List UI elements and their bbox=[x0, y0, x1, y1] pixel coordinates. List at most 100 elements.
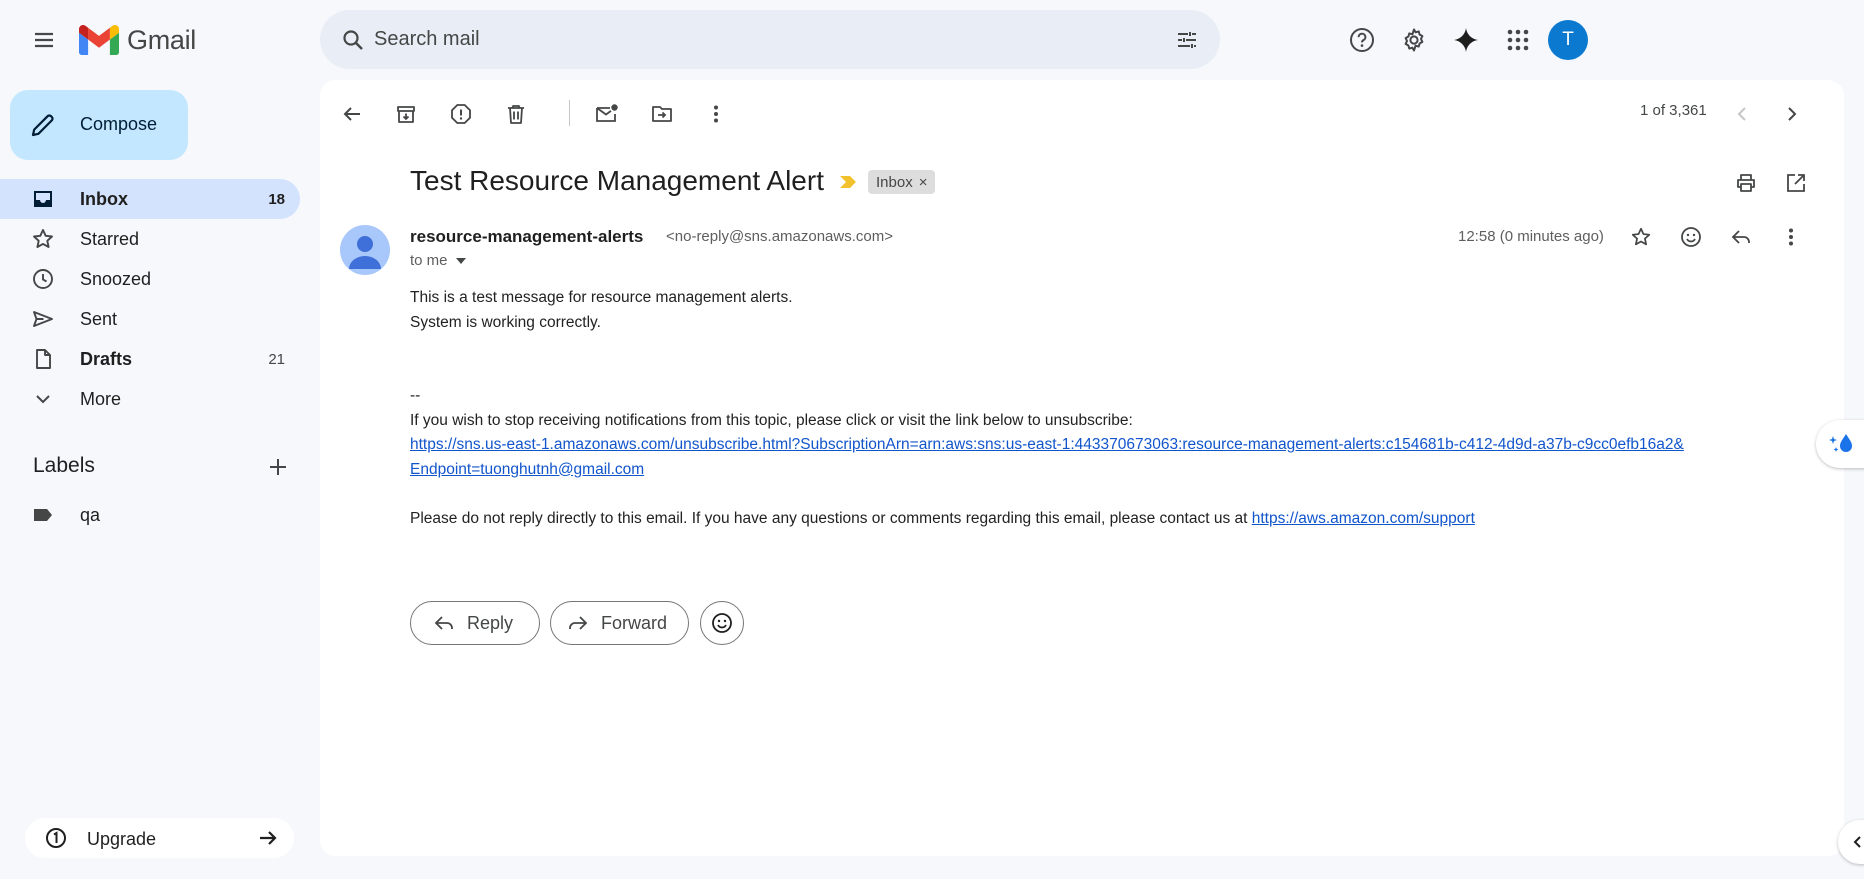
menu-icon bbox=[35, 32, 53, 48]
sparkle-icon bbox=[1454, 28, 1478, 52]
signature-separator: -- bbox=[410, 387, 421, 404]
sidebar-item-starred[interactable]: Starred bbox=[0, 219, 300, 259]
apps-grid-icon bbox=[1507, 29, 1529, 51]
compose-button[interactable]: Compose bbox=[10, 90, 188, 160]
message-view: 1 of 3,361 Test Resource Management Aler… bbox=[320, 80, 1844, 856]
arrow-left-icon bbox=[343, 107, 360, 121]
sender-avatar[interactable] bbox=[340, 225, 390, 275]
label-item-qa[interactable]: qa bbox=[0, 495, 300, 535]
sidebar-item-drafts[interactable]: Drafts 21 bbox=[0, 339, 300, 379]
trash-icon bbox=[508, 105, 524, 124]
message-more-button[interactable] bbox=[1771, 217, 1811, 257]
draft-icon bbox=[36, 349, 51, 369]
create-label-button[interactable] bbox=[262, 451, 294, 483]
support-button[interactable] bbox=[1338, 16, 1386, 64]
account-avatar[interactable]: T bbox=[1548, 20, 1588, 60]
unsubscribe-link[interactable]: https://sns.us-east-1.amazonaws.com/unsu… bbox=[410, 433, 1810, 482]
reply-pill-button[interactable]: Reply bbox=[410, 601, 540, 645]
sender-name[interactable]: resource-management-alerts bbox=[410, 227, 643, 247]
more-actions-button[interactable] bbox=[696, 94, 736, 134]
support-link[interactable]: https://aws.amazon.com/support bbox=[1252, 510, 1475, 527]
gemini-button[interactable] bbox=[1442, 16, 1490, 64]
move-to-button[interactable] bbox=[642, 94, 682, 134]
label-name: qa bbox=[80, 505, 101, 525]
sidebar-item-snoozed[interactable]: Snoozed bbox=[0, 259, 300, 299]
mark-unread-icon bbox=[596, 104, 618, 122]
emoji-reaction-button[interactable] bbox=[700, 601, 744, 645]
forward-icon bbox=[569, 616, 588, 630]
google-apps-button[interactable] bbox=[1494, 16, 1542, 64]
storage-icon bbox=[46, 828, 66, 848]
newer-button[interactable] bbox=[1722, 94, 1762, 134]
support-text: Please do not reply directly to this ema… bbox=[410, 509, 1252, 527]
unread-count: 18 bbox=[268, 191, 285, 208]
sidebar-item-inbox[interactable]: Inbox 18 bbox=[0, 179, 300, 219]
chevron-left-icon bbox=[1853, 836, 1861, 848]
star-outline-icon bbox=[1631, 227, 1651, 246]
emoji-icon bbox=[1681, 227, 1701, 247]
reply-icon bbox=[1731, 230, 1750, 244]
report-spam-button[interactable] bbox=[441, 94, 481, 134]
delete-button[interactable] bbox=[496, 94, 536, 134]
more-vert-icon bbox=[1789, 228, 1793, 246]
support-line: Please do not reply directly to this ema… bbox=[410, 507, 1810, 532]
unsubscribe-link-line-1: https://sns.us-east-1.amazonaws.com/unsu… bbox=[410, 436, 1684, 453]
reply-button[interactable] bbox=[1721, 217, 1761, 257]
recipient-details[interactable]: to me bbox=[410, 252, 466, 269]
sidebar-item-label: Snoozed bbox=[80, 269, 152, 289]
send-icon bbox=[33, 311, 53, 327]
unsubscribe-link-line-2: Endpoint=tuonghutnh@gmail.com bbox=[410, 460, 645, 478]
mark-unread-button[interactable] bbox=[587, 94, 627, 134]
open-in-new-window-button[interactable] bbox=[1776, 163, 1816, 203]
forward-label: Forward bbox=[601, 612, 668, 633]
main-menu-button[interactable] bbox=[20, 16, 68, 64]
remove-label-button[interactable]: × bbox=[919, 174, 928, 191]
forward-pill-button[interactable]: Forward bbox=[550, 601, 689, 645]
back-button[interactable] bbox=[332, 94, 372, 134]
archive-button[interactable] bbox=[386, 94, 426, 134]
person-icon bbox=[349, 236, 381, 269]
settings-button[interactable] bbox=[1390, 16, 1438, 64]
side-panel-addon[interactable] bbox=[1816, 420, 1864, 468]
sidebar-item-label: More bbox=[80, 389, 122, 409]
print-all-button[interactable] bbox=[1726, 163, 1766, 203]
email-subject: Test Resource Management Alert bbox=[410, 165, 824, 196]
search-bar[interactable] bbox=[320, 10, 1220, 69]
unsubscribe-text: If you wish to stop receiving notificati… bbox=[410, 411, 1133, 429]
tune-icon bbox=[1178, 32, 1196, 48]
chip-label: Inbox bbox=[876, 173, 913, 191]
top-bar: Gmail T bbox=[0, 0, 1864, 80]
sparkle-drop-icon bbox=[1829, 434, 1852, 452]
recipient-text: to me bbox=[410, 252, 448, 269]
star-button[interactable] bbox=[1621, 217, 1661, 257]
gear-icon bbox=[1404, 28, 1424, 52]
search-options-button[interactable] bbox=[1167, 20, 1207, 60]
sidebar-item-more[interactable]: More bbox=[0, 379, 300, 419]
sender-email: <no-reply@sns.amazonaws.com> bbox=[666, 228, 893, 245]
gmail-logo[interactable]: Gmail bbox=[79, 22, 196, 58]
help-icon bbox=[1350, 28, 1374, 52]
body-line: This is a test message for resource mana… bbox=[410, 289, 793, 306]
search-input[interactable] bbox=[374, 23, 1134, 55]
report-icon bbox=[451, 104, 471, 124]
open-in-new-icon bbox=[1787, 174, 1805, 192]
search-button[interactable] bbox=[333, 20, 373, 60]
importance-marker-icon[interactable] bbox=[838, 174, 858, 190]
draft-count: 21 bbox=[268, 351, 285, 368]
sidebar-item-label: Sent bbox=[80, 309, 118, 329]
sidebar-item-label: Inbox bbox=[80, 189, 128, 209]
older-button[interactable] bbox=[1772, 94, 1812, 134]
star-icon bbox=[33, 229, 53, 248]
upgrade-button[interactable]: Upgrade bbox=[25, 818, 294, 858]
print-icon bbox=[1737, 174, 1755, 192]
add-reaction-button[interactable] bbox=[1671, 217, 1711, 257]
chevron-right-icon bbox=[1788, 107, 1797, 121]
sidebar-item-sent[interactable]: Sent bbox=[0, 299, 300, 339]
plus-icon bbox=[270, 459, 286, 475]
upgrade-label: Upgrade bbox=[87, 829, 157, 849]
move-folder-icon bbox=[652, 106, 672, 122]
sidebar-nav: Inbox 18 Starred Snoozed Sent Drafts 21 … bbox=[0, 179, 300, 419]
app-brand: Gmail bbox=[127, 24, 197, 55]
